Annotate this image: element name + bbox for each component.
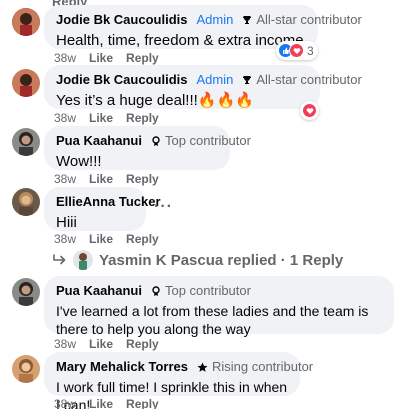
timestamp[interactable]: 38w xyxy=(54,232,76,246)
like-button[interactable]: Like xyxy=(89,397,113,409)
avatar[interactable] xyxy=(12,128,40,156)
medal-icon xyxy=(152,286,160,296)
contributor-badge: All-star contributor xyxy=(242,72,362,88)
comment-author[interactable]: Mary Mehalick Torres xyxy=(56,359,188,375)
comment-text: Yes it’s a huge deal!!!🔥🔥🔥 xyxy=(56,92,254,109)
comment-bubble: EllieAnna Tucker Hiii xyxy=(44,187,161,231)
comment-actions: 38w Like Reply xyxy=(54,172,159,186)
avatar xyxy=(73,250,93,270)
avatar[interactable] xyxy=(12,355,40,383)
comment-text: Wow!!! xyxy=(56,153,102,170)
comment-bubble: Pua Kaahanui Top contributor I've learne… xyxy=(44,276,394,337)
star-icon xyxy=(197,362,208,372)
comment-bubble: Mary Mehalick Torres Rising contributor … xyxy=(44,352,313,409)
comment-text: Health, time, freedom & extra income xyxy=(56,32,304,49)
comment-author[interactable]: Pua Kaahanui xyxy=(56,283,142,299)
contributor-badge: Top contributor xyxy=(151,283,251,299)
comment-actions: 38w Like Reply xyxy=(54,397,159,409)
like-button[interactable]: Like xyxy=(89,51,113,65)
comment-actions: 38w Like Reply xyxy=(54,51,159,65)
comment-bubble: Pua Kaahanui Top contributor Wow!!! xyxy=(44,126,251,170)
contributor-badge: Rising contributor xyxy=(197,359,313,375)
trophy-icon xyxy=(243,16,252,24)
contributor-badge: All-star contributor xyxy=(242,12,362,28)
comment-actions: 38w Like Reply xyxy=(54,337,159,351)
badge-label: Top contributor xyxy=(164,133,251,148)
badge-label: All-star contributor xyxy=(256,12,362,27)
comment-author[interactable]: Pua Kaahanui xyxy=(56,133,142,149)
like-button[interactable]: Like xyxy=(89,337,113,351)
reply-button[interactable]: Reply xyxy=(126,397,159,409)
reply-arrow-icon xyxy=(53,254,66,265)
badge-label: Rising contributor xyxy=(211,359,314,374)
medal-icon xyxy=(152,136,160,146)
avatar[interactable] xyxy=(12,278,40,306)
love-reaction-icon xyxy=(289,43,304,58)
timestamp[interactable]: 38w xyxy=(54,51,76,65)
more-options-icon[interactable]: ··· xyxy=(154,198,173,216)
timestamp[interactable]: 38w xyxy=(54,397,76,409)
comment-actions: 38w Like Reply xyxy=(54,111,159,125)
view-replies-link[interactable]: Yasmin K Pascua replied · 1 Reply xyxy=(53,250,343,270)
comment-actions: 38w Like Reply xyxy=(54,232,159,246)
reply-button[interactable]: Reply xyxy=(126,172,159,186)
reply-button[interactable]: Reply xyxy=(126,51,159,65)
replies-link-text[interactable]: Yasmin K Pascua replied · 1 Reply xyxy=(99,252,343,269)
comment-text: Hiii xyxy=(56,214,77,231)
avatar[interactable] xyxy=(12,8,40,36)
reaction-summary[interactable]: 3 xyxy=(276,41,318,60)
comment-text: I've learned a lot from these ladies and… xyxy=(56,303,369,337)
reaction-summary[interactable] xyxy=(300,101,319,120)
love-reaction-icon xyxy=(302,103,317,118)
contributor-badge: Top contributor xyxy=(151,133,251,149)
badge-label: Top contributor xyxy=(164,283,251,298)
badge-label: All-star contributor xyxy=(256,72,362,87)
admin-badge: Admin xyxy=(196,12,234,27)
comment-author[interactable]: Jodie Bk Caucoulidis xyxy=(56,72,187,88)
like-button[interactable]: Like xyxy=(89,232,113,246)
comment-author[interactable]: Jodie Bk Caucoulidis xyxy=(56,12,187,28)
like-button[interactable]: Like xyxy=(89,172,113,186)
avatar[interactable] xyxy=(12,188,40,216)
comment-bubble: Jodie Bk Caucoulidis Admin All-star cont… xyxy=(44,65,362,109)
comment-author[interactable]: EllieAnna Tucker xyxy=(56,194,161,210)
admin-badge: Admin xyxy=(196,72,234,87)
timestamp[interactable]: 38w xyxy=(54,111,76,125)
timestamp[interactable]: 38w xyxy=(54,172,76,186)
reply-button[interactable]: Reply xyxy=(126,337,159,351)
comment-bubble: Jodie Bk Caucoulidis Admin All-star cont… xyxy=(44,5,362,49)
trophy-icon xyxy=(243,76,252,84)
avatar[interactable] xyxy=(12,69,40,97)
reaction-count: 3 xyxy=(307,43,314,58)
reply-button[interactable]: Reply xyxy=(126,232,159,246)
like-button[interactable]: Like xyxy=(89,111,113,125)
timestamp[interactable]: 38w xyxy=(54,337,76,351)
reply-button[interactable]: Reply xyxy=(126,111,159,125)
